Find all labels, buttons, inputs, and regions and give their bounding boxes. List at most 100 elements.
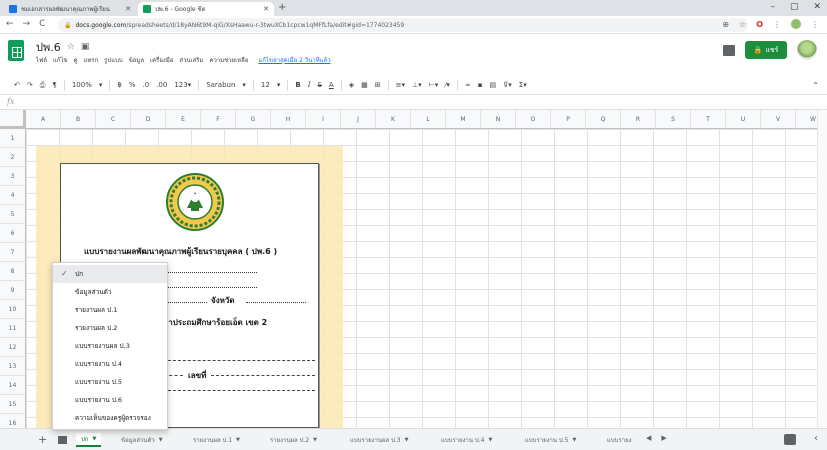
vertical-align-icon[interactable]: ⊥▾ (412, 81, 422, 89)
url-input[interactable]: 🔒 docs.google.com /spreadsheets/d/18yAN6… (58, 18, 748, 32)
sheets-logo-icon[interactable] (8, 40, 24, 61)
print-icon[interactable]: ⎙ (40, 81, 46, 90)
reload-icon[interactable]: C (39, 19, 45, 29)
functions-icon[interactable]: Σ▾ (519, 81, 527, 89)
sheet-menu-item[interactable]: รายงานผล ป.2 (53, 319, 167, 337)
new-tab-button[interactable]: + (278, 2, 286, 14)
row-header[interactable]: 10 (0, 300, 26, 319)
sheet-menu-item[interactable]: ✓ ปก (53, 265, 167, 283)
star-icon[interactable]: ☆ (67, 42, 75, 52)
paint-format-icon[interactable]: ¶ (52, 81, 56, 89)
column-header[interactable]: A (26, 110, 61, 129)
increase-decimal-button[interactable]: .00 (156, 81, 167, 89)
sheet-menu-item[interactable]: แบบรายงาน ป.5 (53, 373, 167, 391)
column-header[interactable]: G (236, 110, 271, 129)
insert-comment-icon[interactable]: ▪ (478, 81, 483, 89)
menu-addons[interactable]: ส่วนเสริม (179, 55, 203, 65)
filter-icon[interactable]: ⊽▾ (503, 81, 512, 89)
row-header[interactable]: 3 (0, 167, 26, 186)
close-icon[interactable]: ✕ (125, 5, 131, 13)
font-size-select[interactable]: 12 (261, 81, 270, 89)
close-window-button[interactable]: ✕ (813, 2, 821, 12)
column-header[interactable]: M (446, 110, 481, 129)
zoom-icon[interactable]: ⊕ (722, 20, 729, 29)
move-folder-icon[interactable]: ▣ (81, 42, 90, 52)
doc-title[interactable]: ปพ.6 (36, 38, 61, 56)
last-edit-link[interactable]: แก้ไขล่าสุดเมื่อ 2 วินาทีแล้ว (258, 55, 330, 65)
sheet-tab[interactable]: ปก ▼ (76, 433, 102, 447)
currency-format-button[interactable]: ฿ (117, 81, 121, 89)
row-header[interactable]: 5 (0, 205, 26, 224)
sheet-menu-item[interactable]: แบบรายงานผล ป.3 (53, 337, 167, 355)
row-header[interactable]: 6 (0, 224, 26, 243)
column-header[interactable]: D (131, 110, 166, 129)
collapse-toolbar-icon[interactable]: ⌃ (812, 81, 819, 90)
minimize-button[interactable]: – (770, 2, 775, 12)
merge-cells-icon[interactable]: ⊞ (375, 81, 381, 89)
forward-icon[interactable]: → (23, 19, 31, 29)
row-header[interactable]: 2 (0, 148, 26, 167)
share-button[interactable]: 🔒 แชร์ (745, 41, 787, 59)
text-color-button[interactable]: A (329, 81, 334, 89)
formula-bar[interactable]: fx (0, 95, 827, 110)
row-header[interactable]: 16 (0, 414, 26, 428)
row-header[interactable]: 4 (0, 186, 26, 205)
italic-button[interactable]: I (308, 81, 311, 89)
profile-avatar[interactable] (791, 19, 801, 29)
column-header[interactable]: C (96, 110, 131, 129)
sheet-menu-item[interactable]: แบบรายงาน ป.6 (53, 391, 167, 409)
strikethrough-button[interactable]: S (317, 81, 321, 89)
column-header[interactable]: J (341, 110, 376, 129)
menu-file[interactable]: ไฟล์ (36, 55, 47, 65)
fill-color-icon[interactable]: ◈ (349, 81, 354, 89)
sheet-tab[interactable]: แบบรายง (602, 433, 637, 447)
browser-menu-icon[interactable]: ⋮ (811, 20, 819, 29)
back-icon[interactable]: ← (6, 19, 14, 29)
menu-insert[interactable]: แทรก (83, 55, 98, 65)
sheet-menu-item[interactable]: ความเห็นของครูผู้ตรวจรอง (53, 409, 167, 427)
scroll-right-icon[interactable]: ▶ (661, 434, 666, 442)
column-header[interactable]: O (516, 110, 551, 129)
decrease-decimal-button[interactable]: .0 (142, 81, 149, 89)
row-header[interactable]: 14 (0, 376, 26, 395)
sheet-tab[interactable]: แบบรายงาน ป.4 ▼ (436, 433, 497, 447)
vertical-scrollbar[interactable] (817, 110, 827, 428)
scroll-left-icon[interactable]: ◀ (646, 434, 651, 442)
text-rotate-icon[interactable]: ⁄▾ (445, 81, 450, 89)
extension-icon[interactable]: ⋮ (773, 20, 781, 29)
row-header[interactable]: 15 (0, 395, 26, 414)
sheet-tab[interactable]: ข้อมูลส่วนตัว ▼ (116, 433, 168, 447)
select-all-corner[interactable] (0, 110, 26, 129)
row-header[interactable]: 9 (0, 281, 26, 300)
row-header[interactable]: 13 (0, 357, 26, 376)
zoom-select[interactable]: 100% (72, 81, 92, 89)
undo-icon[interactable]: ↶ (14, 81, 20, 89)
borders-icon[interactable]: ▦ (361, 81, 368, 89)
column-header[interactable]: E (166, 110, 201, 129)
account-avatar[interactable] (797, 40, 817, 60)
column-header[interactable]: P (551, 110, 586, 129)
column-header[interactable]: F (201, 110, 236, 129)
horizontal-align-icon[interactable]: ≡▾ (396, 81, 405, 89)
column-header[interactable]: S (656, 110, 691, 129)
all-sheets-icon[interactable] (58, 436, 67, 444)
column-header[interactable]: L (411, 110, 446, 129)
insert-chart-icon[interactable]: ▤ (490, 81, 497, 89)
maximize-button[interactable]: ▢ (790, 2, 799, 12)
column-header[interactable]: B (61, 110, 96, 129)
row-header[interactable]: 7 (0, 243, 26, 262)
text-wrap-icon[interactable]: ⊢▾ (429, 81, 439, 89)
add-sheet-button[interactable]: + (38, 433, 47, 446)
row-header[interactable]: 1 (0, 129, 26, 148)
column-header[interactable]: Q (586, 110, 621, 129)
row-header[interactable]: 12 (0, 338, 26, 357)
sheet-menu-item[interactable]: แบบรายงาน ป.4 (53, 355, 167, 373)
column-header[interactable]: N (481, 110, 516, 129)
sheet-tab[interactable]: แบบรายงาน ป.5 ▼ (520, 433, 581, 447)
bookmark-star-icon[interactable]: ☆ (739, 20, 746, 29)
percent-format-button[interactable]: % (129, 81, 136, 89)
column-header[interactable]: I (306, 110, 341, 129)
browser-tab[interactable]: ชมเอกสารผลพัฒนาคุณภาพผู้เรียน ✕ (4, 2, 136, 16)
sheet-tab[interactable]: รายงานผล ป.2 ▼ (265, 433, 322, 447)
comments-icon[interactable] (723, 44, 735, 56)
